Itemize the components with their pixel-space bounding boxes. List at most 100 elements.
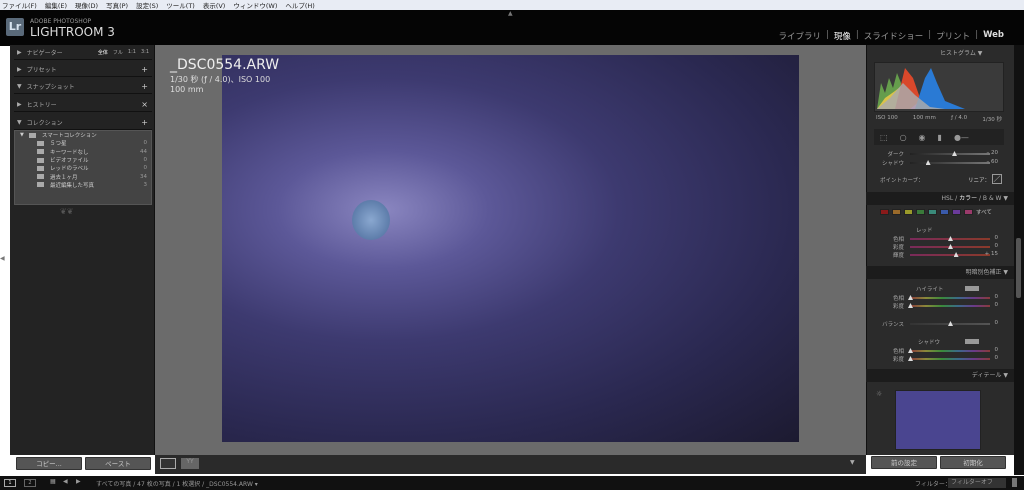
slider-row: シャドウ – 60 (868, 159, 1012, 167)
color-swatch[interactable] (940, 209, 949, 215)
loupe-view-icon[interactable] (160, 458, 176, 469)
smart-collection-folder[interactable]: ▼ スマートコレクション (15, 131, 151, 139)
crop-icon[interactable]: ⬚ (880, 133, 888, 142)
history-header[interactable]: ▶ ヒストリー × (14, 98, 152, 112)
slider-label: 彩度 (892, 304, 904, 310)
slider-track[interactable] (910, 358, 990, 360)
slider-track[interactable] (910, 254, 990, 256)
photo-image[interactable] (222, 55, 799, 442)
menu-item[interactable]: 表示(V) (203, 0, 226, 10)
filter-select[interactable]: フィルターオフ (948, 478, 1006, 488)
add-icon[interactable]: + (141, 82, 148, 91)
collection-item[interactable]: 過去１ヶ月 34 (15, 172, 151, 181)
collections-header[interactable]: ▼ コレクション + (14, 116, 152, 130)
color-swatch[interactable] (916, 209, 925, 215)
collection-item[interactable]: レッドのラベル 0 (15, 164, 151, 172)
filter-lock-icon[interactable] (1012, 478, 1017, 487)
red-eye-icon[interactable]: ◉ (919, 133, 926, 142)
zoom-option[interactable]: 全体 (98, 49, 108, 56)
folder-icon (28, 132, 36, 138)
menu-item[interactable]: 設定(S) (136, 0, 158, 10)
module-tab[interactable]: 現像 (834, 30, 851, 42)
menu-item[interactable]: ヘルプ(H) (285, 0, 314, 10)
forward-arrow-icon[interactable]: ▶ (76, 478, 81, 485)
clear-icon[interactable]: × (141, 100, 148, 109)
menu-item[interactable]: 編集(E) (45, 0, 67, 10)
hsl-tab[interactable]: B & W (983, 195, 1002, 202)
slider-track[interactable] (910, 350, 990, 352)
menu-item[interactable]: 現像(D) (75, 0, 98, 10)
target-icon[interactable]: ☼ (876, 390, 882, 398)
page-2-button[interactable]: 2 (24, 479, 36, 487)
presets-header[interactable]: ▶ プリセット + (14, 63, 152, 77)
add-icon[interactable]: + (141, 118, 148, 127)
slider-track[interactable] (910, 153, 990, 155)
histogram-graph (877, 68, 965, 109)
module-tab[interactable]: スライドショー (864, 30, 924, 42)
slider-label: 色相 (892, 237, 904, 243)
hsl-tab[interactable]: カラー (959, 195, 977, 202)
zoom-option[interactable]: フル (113, 49, 123, 56)
collection-item[interactable]: ビデオファイル 0 (15, 156, 151, 164)
left-panel-toggle-icon[interactable]: ◀ (0, 255, 5, 262)
module-separator: | (928, 30, 932, 40)
histogram-info: ISO 100 100 mm ƒ / 4.0 1/30 秒 (876, 115, 1002, 123)
module-tab[interactable]: Web (983, 30, 1004, 42)
photo-filename: _DSC0554.ARW (170, 57, 280, 73)
highlight-color-swatch[interactable] (965, 286, 979, 291)
curve-edit-icon[interactable]: ／ (992, 174, 1002, 184)
expand-icon: ▶ (17, 49, 22, 56)
top-panel-toggle-icon[interactable]: ▲ (508, 10, 513, 17)
zoom-option[interactable]: 1:1 (128, 49, 136, 56)
page-1-button[interactable]: 1 (4, 479, 16, 487)
color-swatch[interactable] (928, 209, 937, 215)
photo-exif: 1/30 秒 (ƒ / 4.0)、ISO 100 (170, 75, 271, 84)
reset-button[interactable]: 初期化 (940, 456, 1006, 469)
color-swatch[interactable] (964, 209, 973, 215)
slider-track[interactable] (910, 162, 990, 164)
copy-button[interactable]: コピー... (16, 457, 82, 470)
add-icon[interactable]: + (141, 65, 148, 74)
menu-item[interactable]: ウィンドウ(W) (233, 0, 277, 10)
slider-track[interactable] (910, 305, 990, 307)
split-toning-header[interactable]: 明暗別色補正 ▼ (866, 266, 1014, 279)
slider-label: 彩度 (892, 357, 904, 363)
module-tab[interactable]: ライブラリ (779, 30, 822, 42)
breadcrumb[interactable]: すべての写真 / 47 枚の写真 / 1 枚選択 / _DSC0554.ARW … (96, 479, 258, 488)
histogram-header[interactable]: ヒストグラム ▼ (940, 48, 982, 57)
point-curve-select[interactable]: リニア： (968, 176, 990, 184)
navigator-header[interactable]: ▶ ナビゲーター 全体 フル 1:1 3:1 (14, 46, 152, 60)
collection-item[interactable]: 最近編集した写真 3 (15, 181, 151, 189)
hsl-tab[interactable]: HSL (942, 195, 954, 202)
detail-header[interactable]: ディテール ▼ (866, 369, 1014, 382)
back-arrow-icon[interactable]: ◀ (63, 478, 68, 485)
toolbar-menu-icon[interactable]: ▼ (850, 459, 855, 466)
shadow-color-swatch[interactable] (965, 339, 979, 344)
module-tab[interactable]: プリント (936, 30, 970, 42)
right-panel-scrollbar[interactable] (1016, 238, 1021, 298)
color-swatch[interactable] (880, 209, 889, 215)
snapshots-header[interactable]: ▼ スナップショット + (14, 80, 152, 94)
before-after-icon[interactable]: YY (181, 458, 199, 469)
toolbar (155, 455, 866, 474)
collection-item[interactable]: キーワードなし 44 (15, 148, 151, 156)
paste-button[interactable]: ペースト (85, 457, 151, 470)
previous-settings-button[interactable]: 前の設定 (871, 456, 937, 469)
slider-label: 色相 (892, 296, 904, 302)
menu-item[interactable]: ツール(T) (166, 0, 195, 10)
collection-count: 3 (143, 181, 148, 188)
collection-item[interactable]: ５つ星 0 (15, 139, 151, 147)
all-colors-button[interactable]: すべて (976, 208, 992, 216)
color-swatch[interactable] (952, 209, 961, 215)
slider-track[interactable] (910, 297, 990, 299)
adjustment-brush-icon[interactable]: ●— (954, 133, 969, 142)
spot-removal-icon[interactable]: ○ (900, 133, 907, 142)
slider-value: 0 (994, 243, 999, 249)
grid-icon[interactable]: ▦ (50, 478, 56, 485)
color-swatch[interactable] (892, 209, 901, 215)
menu-item[interactable]: ファイル(F) (2, 0, 37, 10)
zoom-option[interactable]: 3:1 (141, 49, 149, 56)
menu-item[interactable]: 写真(P) (106, 0, 128, 10)
color-swatch[interactable] (904, 209, 913, 215)
graduated-filter-icon[interactable]: ▮ (938, 133, 942, 142)
